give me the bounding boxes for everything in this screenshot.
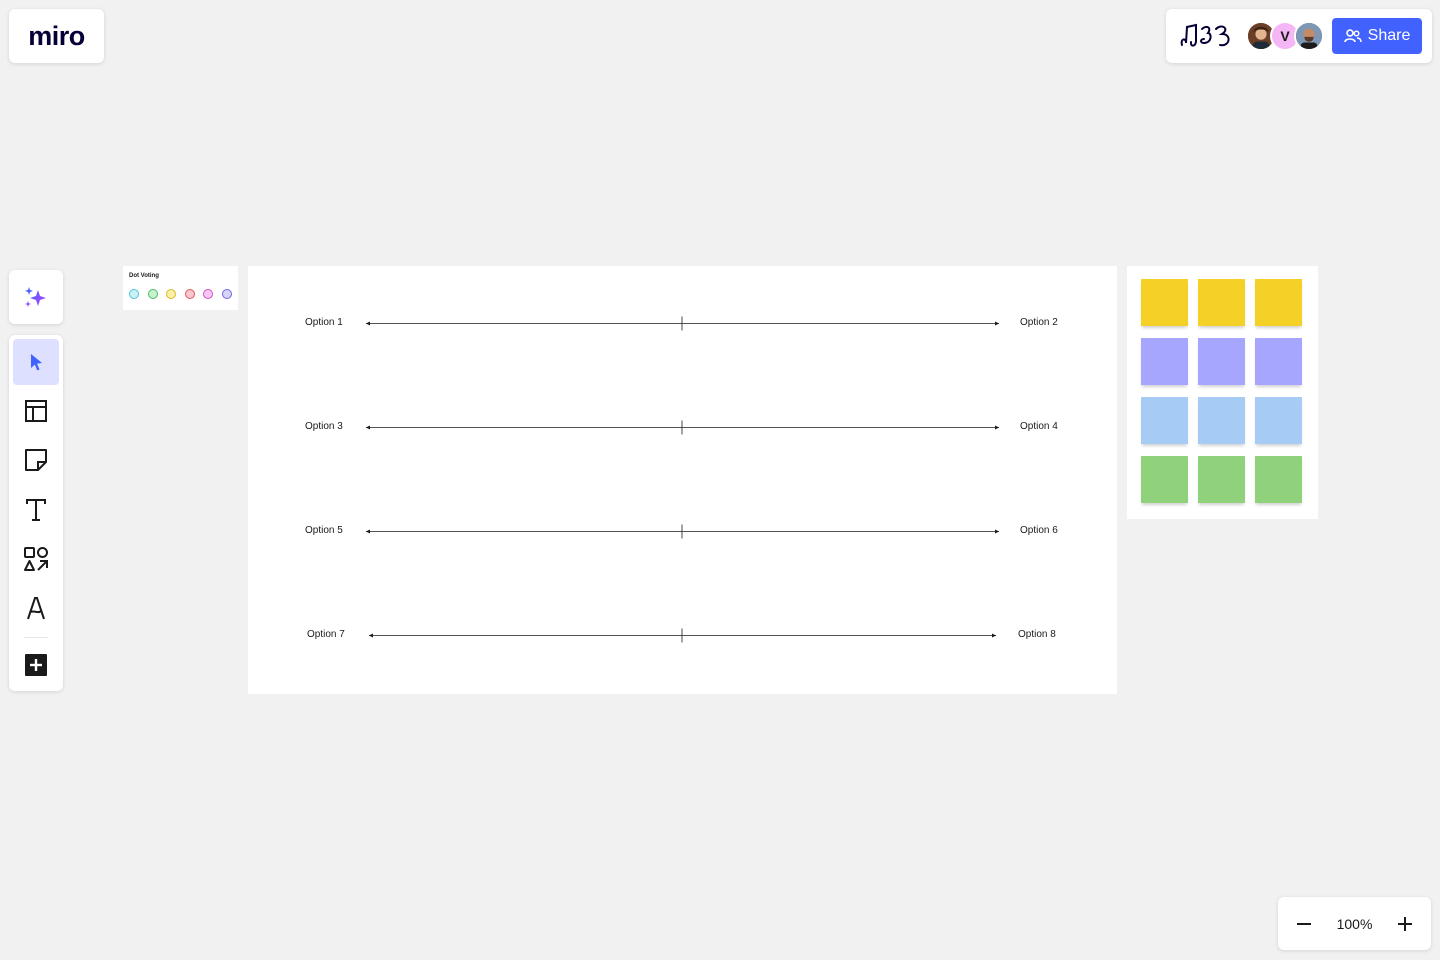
- sticky-note-tool[interactable]: [13, 438, 59, 484]
- spectrum-line-3[interactable]: [366, 524, 999, 539]
- avatar-initial: V: [1280, 28, 1290, 44]
- option-label-right[interactable]: Option 2: [1020, 317, 1058, 328]
- sticky-note[interactable]: [1198, 338, 1245, 385]
- layout-icon: [25, 400, 47, 423]
- sticky-note[interactable]: [1255, 279, 1302, 326]
- more-tools-button[interactable]: [13, 642, 59, 688]
- vote-dot[interactable]: [166, 289, 176, 299]
- sticky-note[interactable]: [1141, 397, 1188, 444]
- vote-dot[interactable]: [203, 289, 213, 299]
- sticky-note[interactable]: [1141, 456, 1188, 503]
- sticky-note[interactable]: [1198, 397, 1245, 444]
- pen-icon: [27, 597, 45, 620]
- miro-logo[interactable]: miro: [9, 9, 104, 63]
- users-icon: [1343, 29, 1362, 43]
- templates-tool[interactable]: [13, 388, 59, 434]
- option-label-left[interactable]: Option 7: [307, 629, 345, 640]
- sticky-note[interactable]: [1255, 397, 1302, 444]
- plus-icon: [1398, 916, 1412, 931]
- zoom-level[interactable]: 100%: [1337, 916, 1373, 932]
- vote-dot[interactable]: [129, 289, 139, 299]
- board-signature-icon[interactable]: [1178, 21, 1234, 51]
- option-label-left[interactable]: Option 5: [305, 525, 343, 536]
- sticky-notes-board: [1127, 266, 1318, 519]
- spectrum-line-4[interactable]: [369, 628, 996, 643]
- sticky-note[interactable]: [1141, 279, 1188, 326]
- sparkles-icon: [25, 287, 46, 307]
- vote-dot[interactable]: [184, 289, 195, 299]
- pen-tool[interactable]: [13, 585, 59, 631]
- sticky-note-icon: [25, 449, 47, 472]
- vote-dot[interactable]: [221, 289, 232, 299]
- spectrum-frame[interactable]: Option 1 Option 2 Option 3 Option 4 Opti…: [248, 266, 1117, 694]
- option-label-left[interactable]: Option 1: [305, 317, 343, 328]
- ai-assist-button[interactable]: [9, 270, 63, 324]
- share-label: Share: [1367, 27, 1411, 44]
- zoom-in-button[interactable]: [1391, 910, 1419, 938]
- sticky-note[interactable]: [1255, 338, 1302, 385]
- select-tool[interactable]: [13, 339, 59, 385]
- sticky-note[interactable]: [1255, 456, 1302, 503]
- option-label-right[interactable]: Option 4: [1020, 421, 1058, 432]
- tools-toolbar: [9, 335, 63, 691]
- avatar[interactable]: [1294, 21, 1324, 51]
- sticky-note[interactable]: [1141, 338, 1188, 385]
- share-button[interactable]: Share: [1332, 18, 1422, 54]
- board-header: V Share: [1166, 9, 1432, 63]
- collaborator-avatars: V: [1246, 21, 1324, 51]
- text-tool[interactable]: [13, 487, 59, 533]
- vote-dot[interactable]: [147, 289, 158, 299]
- dot-voting-card[interactable]: Dot Voting: [123, 266, 238, 310]
- cursor-icon: [31, 353, 42, 371]
- dot-voting-title: Dot Voting: [129, 273, 159, 279]
- minus-icon: [1297, 922, 1311, 925]
- shapes-icon: [24, 547, 48, 572]
- toolbar-divider: [24, 636, 48, 638]
- spectrum-line-1[interactable]: [366, 316, 999, 331]
- shapes-tool[interactable]: [13, 536, 59, 582]
- voting-dots: [129, 289, 232, 299]
- plus-square-icon: [25, 653, 47, 676]
- option-label-right[interactable]: Option 8: [1018, 629, 1056, 640]
- zoom-control: 100%: [1278, 897, 1431, 950]
- spectrum-lines: [366, 316, 999, 643]
- spectrum-line-2[interactable]: [366, 420, 999, 435]
- sticky-note[interactable]: [1198, 456, 1245, 503]
- sticky-note[interactable]: [1198, 279, 1245, 326]
- option-label-right[interactable]: Option 6: [1020, 525, 1058, 536]
- logo-text: miro: [28, 20, 85, 51]
- person-photo-icon: [1296, 23, 1322, 49]
- option-label-left[interactable]: Option 3: [305, 421, 343, 432]
- zoom-out-button[interactable]: [1290, 910, 1318, 938]
- text-icon: [26, 498, 46, 521]
